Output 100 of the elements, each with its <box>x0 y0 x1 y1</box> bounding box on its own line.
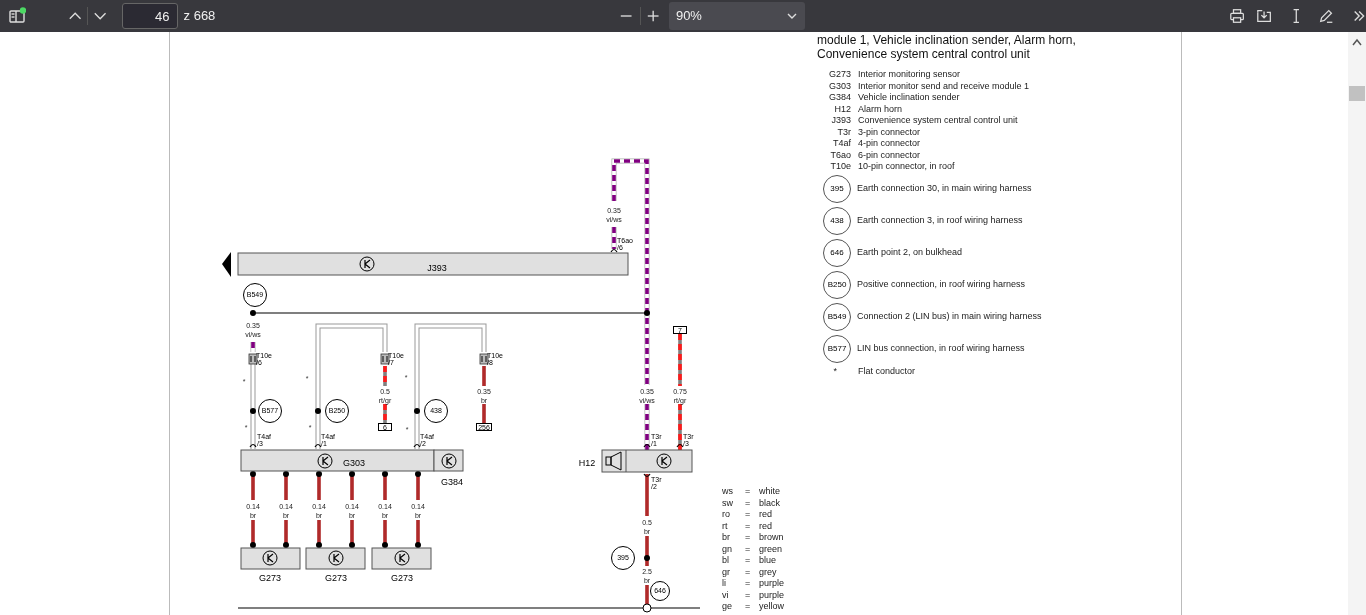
ground-terminal <box>642 603 652 613</box>
color-name: grey <box>759 566 777 578</box>
color-name: red <box>759 520 772 532</box>
print-icon[interactable] <box>1228 7 1245 25</box>
color-name: green <box>759 543 783 555</box>
color-code: li <box>722 578 727 590</box>
sidebar-toggle-icon[interactable] <box>8 7 26 25</box>
legend-code: T6ao <box>829 148 851 162</box>
pen-icon[interactable] <box>1317 7 1334 25</box>
junction-dot <box>414 408 420 414</box>
color-name: blue <box>759 555 776 567</box>
legend-description: Earth point 2, on bulkhead <box>857 245 963 259</box>
junction-dot <box>415 471 421 477</box>
pin-icon <box>676 443 684 448</box>
legend-description: Convenience system central control unit <box>858 114 1018 127</box>
color-code: br <box>722 532 731 544</box>
connector-plug-icon <box>248 353 258 365</box>
legend-code: G303 <box>827 79 851 93</box>
color-code: rt <box>722 520 729 532</box>
component-label: G303 <box>343 458 365 468</box>
junction-dot <box>382 471 388 477</box>
legend-code: T10e <box>829 160 851 173</box>
legend-code: J393 <box>830 114 851 127</box>
color-code: vi <box>722 589 730 601</box>
junction-dot <box>250 542 256 548</box>
color-name: white <box>759 486 780 498</box>
junction-dot <box>644 555 650 561</box>
component-label: G273 <box>391 573 413 583</box>
equals-sign: = <box>745 543 752 555</box>
junction-dot <box>316 542 322 548</box>
legend-description: Vehicle inclination sender <box>858 91 960 104</box>
component-label: G273 <box>259 573 281 583</box>
junction-dot <box>283 471 289 477</box>
legend-description: Interior monitor send and receive module 1 <box>858 79 1030 93</box>
sensor-box <box>371 547 432 570</box>
pin-icon <box>643 473 651 478</box>
equals-sign: = <box>745 566 752 578</box>
legend-description: 4-pin connector <box>858 137 921 150</box>
junction-dot <box>315 408 321 414</box>
pin-icon <box>249 443 257 448</box>
color-code: bl <box>722 555 730 567</box>
color-name: black <box>759 497 780 509</box>
page-number-field[interactable]: 46 <box>121 3 178 29</box>
color-code: gr <box>722 566 731 578</box>
junction-dot <box>644 310 650 316</box>
junction-dot <box>250 471 256 477</box>
electronic-symbol-icon <box>394 550 410 566</box>
electronic-symbol-icon <box>441 453 457 469</box>
equals-sign: = <box>745 509 752 521</box>
equals-sign: = <box>745 520 752 532</box>
pin-icon <box>413 443 421 448</box>
equals-sign: = <box>745 486 752 498</box>
legend-code: T3r <box>836 125 851 139</box>
electronic-symbol-icon <box>359 256 375 272</box>
legend-description: 3-pin connector <box>858 125 921 139</box>
save-icon[interactable] <box>1255 7 1272 25</box>
junction-dot <box>349 471 355 477</box>
junction-dot <box>250 408 256 414</box>
junction-dot <box>250 310 256 316</box>
color-name: yellow <box>759 601 784 613</box>
color-name: brown <box>759 532 784 544</box>
legend-description: Flat conductor <box>858 364 916 378</box>
junction-dot <box>349 542 355 548</box>
legend-code: G384 <box>827 91 851 104</box>
sensor-box <box>305 547 366 570</box>
equals-sign: = <box>745 555 752 567</box>
junction-dot <box>382 542 388 548</box>
scroll-up-icon[interactable] <box>1352 38 1362 46</box>
zoom-select[interactable]: 90% <box>668 2 805 30</box>
scrollbar-thumb[interactable] <box>1349 86 1365 101</box>
diagram-title: module 1, Vehicle inclination sender, Alarm horn, Convenience system central control unit <box>817 33 1077 61</box>
electronic-symbol-icon <box>656 453 672 469</box>
legend-code: H12 <box>833 102 851 116</box>
legend-description: Interior monitoring sensor <box>858 68 961 81</box>
color-code: sw <box>722 497 734 509</box>
legend-description: LIN bus connection, in roof wiring harness <box>857 341 1025 355</box>
legend-code: T4af <box>832 137 851 150</box>
zoom-in-icon[interactable] <box>645 8 660 24</box>
color-code: ws <box>722 486 734 498</box>
wire <box>678 334 682 386</box>
pin-icon <box>314 443 322 448</box>
continuation-arrow-icon <box>222 252 231 277</box>
legend-description: 6-pin connector <box>858 148 921 162</box>
equals-sign: = <box>745 589 752 601</box>
color-code: ro <box>722 509 731 521</box>
component-label: G273 <box>325 573 347 583</box>
pin-icon <box>610 248 618 253</box>
legend-description: 10-pin connector, in roof <box>858 160 955 173</box>
legend-code: G273 <box>827 68 851 81</box>
legend-description: Earth connection 30, in main wiring harness <box>857 181 1032 195</box>
connector-plug-icon <box>380 353 390 365</box>
connector-plug-icon <box>479 353 489 365</box>
speaker-icon <box>605 449 627 473</box>
equals-sign: = <box>745 497 752 509</box>
page-count: z 668 <box>183 7 216 26</box>
legend-description: Positive connection, in roof wiring harness <box>857 277 1026 291</box>
pin-icon <box>643 443 651 448</box>
junction-dot <box>316 471 322 477</box>
scrollbar[interactable] <box>1348 32 1366 615</box>
color-name: purple <box>759 589 785 601</box>
